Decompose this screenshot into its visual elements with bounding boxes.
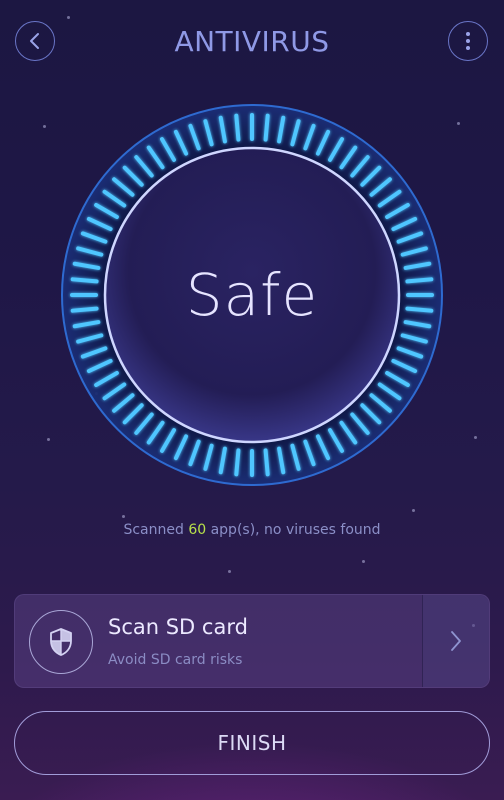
scanned-app-count: 60	[188, 522, 207, 538]
more-vertical-icon	[466, 32, 470, 50]
scan-result-message: Scanned 60 app(s), no viruses found	[0, 522, 504, 538]
sd-card-arrow-button[interactable]	[422, 595, 489, 687]
scan-result-suffix: app(s), no viruses found	[206, 522, 381, 538]
sd-card-icon-circle	[29, 610, 93, 674]
scan-result-prefix: Scanned	[123, 522, 189, 538]
scan-sd-card-item[interactable]: Scan SD card Avoid SD card risks	[14, 594, 490, 688]
shield-icon	[50, 628, 72, 656]
page-title: ANTIVIRUS	[174, 25, 330, 58]
sd-card-title: Scan SD card	[108, 615, 248, 639]
sd-card-subtitle: Avoid SD card risks	[108, 652, 243, 668]
finish-button[interactable]: FINISH	[14, 711, 490, 775]
status-label: Safe	[185, 261, 319, 329]
chevron-right-icon	[451, 631, 461, 651]
more-options-button[interactable]	[448, 21, 488, 61]
